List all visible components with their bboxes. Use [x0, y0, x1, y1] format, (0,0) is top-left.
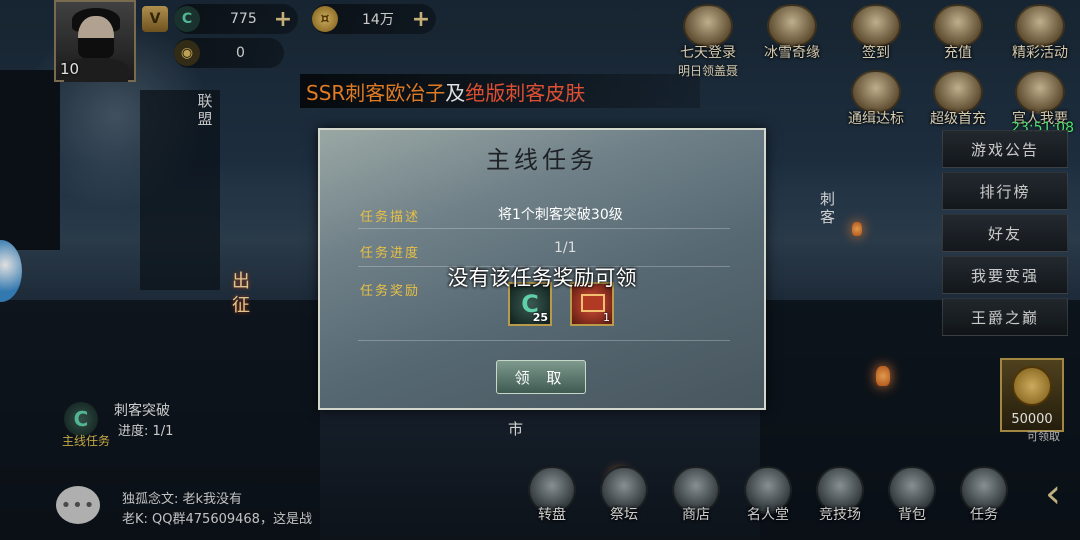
divider	[358, 340, 730, 341]
quest-progress-value: 1/1	[554, 240, 577, 256]
toast-message: 没有该任务奖励可领	[447, 266, 637, 290]
reward-count: 25	[532, 311, 548, 324]
chest-icon	[581, 294, 605, 312]
dialog-title: 主线任务	[486, 146, 598, 174]
quest-desc-label: 任务描述	[360, 210, 421, 225]
reward-count: 1	[603, 311, 610, 324]
main-quest-dialog: 主线任务 任务描述 将1个刺客突破30级 任务进度 1/1 任务奖励 C 25 …	[318, 128, 766, 410]
quest-progress-label: 任务进度	[360, 246, 421, 261]
claim-button[interactable]: 领 取	[496, 360, 586, 394]
divider	[358, 228, 730, 229]
quest-desc-value: 将1个刺客突破30级	[498, 207, 623, 223]
